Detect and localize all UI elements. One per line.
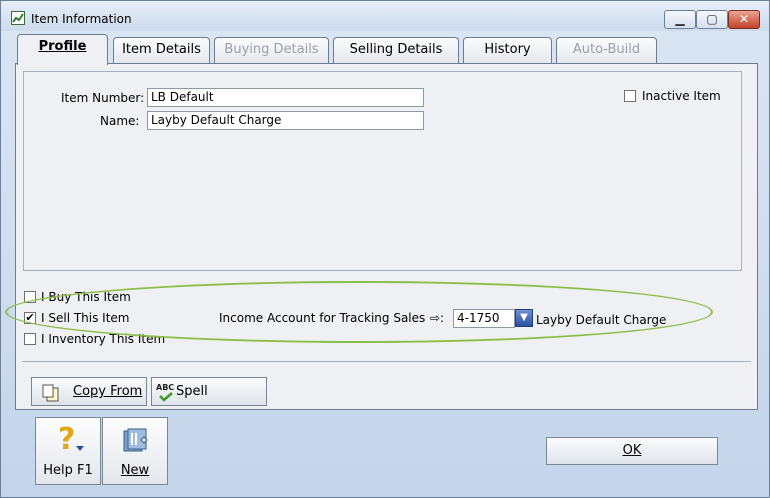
tab-selling-details[interactable]: Selling Details <box>333 37 459 63</box>
close-button[interactable]: ✕ <box>728 10 760 29</box>
tab-history[interactable]: History <box>463 37 552 63</box>
minimize-button[interactable]: ▁ <box>664 10 696 29</box>
inactive-item-label: Inactive Item <box>642 89 721 103</box>
inactive-item-checkbox[interactable] <box>624 90 636 102</box>
sell-item-checkbox[interactable]: ✔ <box>24 312 36 324</box>
new-button[interactable]: New <box>102 417 168 485</box>
tab-profile[interactable]: Profile <box>17 34 108 65</box>
maximize-button[interactable]: ▢ <box>696 10 728 29</box>
spell-checkmark-icon <box>159 392 173 402</box>
window-title: Item Information <box>31 12 132 26</box>
separator-line <box>22 361 751 362</box>
income-account-label: Income Account for Tracking Sales <box>219 311 426 325</box>
item-information-window: Item Information ▁ ▢ ✕ Profile Item Deta… <box>0 0 770 498</box>
minimize-icon: ▁ <box>675 12 685 26</box>
copy-from-label: Copy From <box>73 384 143 399</box>
inventory-item-label: I Inventory This Item <box>41 332 166 346</box>
item-number-label: Item Number: <box>61 91 145 105</box>
buy-item-label: I Buy This Item <box>41 290 131 304</box>
tab-item-details[interactable]: Item Details <box>113 37 210 63</box>
name-field[interactable]: Layby Default Charge <box>147 111 424 130</box>
profile-fields-group: Item Number: LB Default Name: Layby Defa… <box>23 71 742 271</box>
title-bar[interactable]: Item Information ▁ ▢ ✕ <box>1 1 769 31</box>
tab-auto-build[interactable]: Auto-Build <box>556 37 657 63</box>
inventory-item-checkbox[interactable] <box>24 333 36 345</box>
help-label: Help F1 <box>43 463 93 478</box>
spell-button[interactable]: ABC Spell <box>151 377 267 406</box>
ok-button[interactable]: OK <box>546 437 718 465</box>
help-icon: ? <box>54 422 84 457</box>
spell-check-icon: ABC <box>156 383 175 392</box>
account-lookup-button[interactable]: ▼ <box>515 309 533 327</box>
arrow-right-icon: ⇨: <box>430 311 445 325</box>
sell-item-label: I Sell This Item <box>41 311 130 325</box>
ok-label: OK <box>622 443 642 458</box>
maximize-icon: ▢ <box>706 12 718 26</box>
check-icon: ✔ <box>25 311 35 324</box>
item-number-field[interactable]: LB Default <box>147 88 424 107</box>
profile-panel: Item Number: LB Default Name: Layby Defa… <box>15 63 758 410</box>
income-account-field[interactable]: 4-1750 <box>453 309 515 328</box>
help-button[interactable]: ? Help F1 <box>35 417 101 485</box>
new-item-icon <box>121 426 151 456</box>
name-label: Name: <box>100 114 140 128</box>
close-icon: ✕ <box>738 12 750 26</box>
spell-label: Spell <box>176 384 208 399</box>
app-chart-icon <box>11 11 25 25</box>
income-account-name: Layby Default Charge <box>536 313 667 327</box>
copy-from-icon <box>42 384 59 402</box>
buy-item-checkbox[interactable] <box>24 291 36 303</box>
lookup-list-icon: ▼ <box>520 312 528 323</box>
tab-buying-details[interactable]: Buying Details <box>214 37 329 63</box>
copy-from-button[interactable]: Copy From <box>31 377 147 406</box>
new-label: New <box>120 463 150 478</box>
